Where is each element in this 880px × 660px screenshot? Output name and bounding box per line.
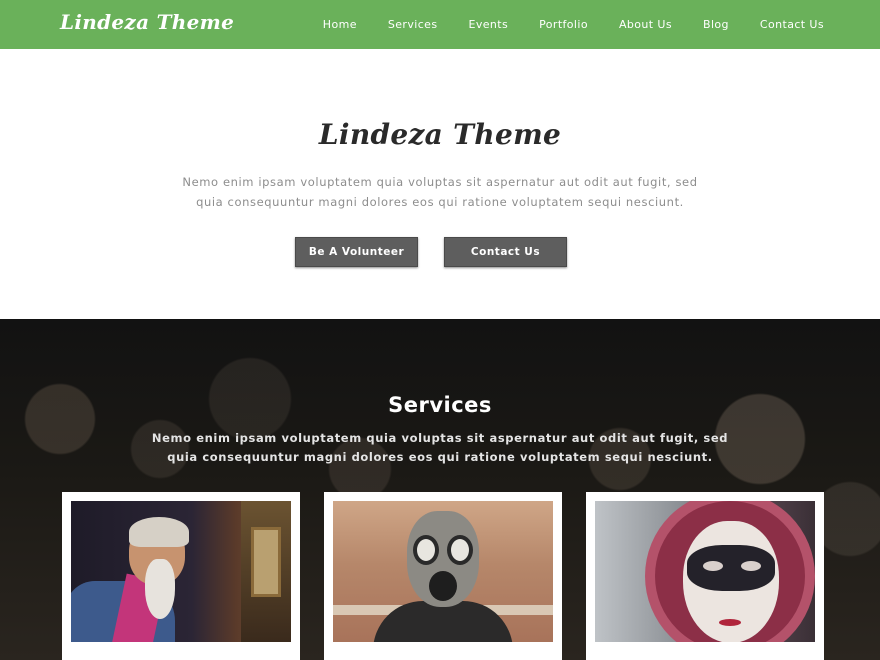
nav-contact-us[interactable]: Contact Us — [760, 18, 824, 31]
nav-services[interactable]: Services — [388, 18, 438, 31]
hero-title: Lindeza Theme — [318, 118, 562, 151]
nav-events[interactable]: Events — [468, 18, 508, 31]
site-header: Lindeza Theme Home Services Events Portf… — [0, 0, 880, 49]
contact-us-button[interactable]: Contact Us — [444, 237, 567, 267]
volunteer-button[interactable]: Be A Volunteer — [295, 237, 418, 267]
service-card[interactable] — [324, 492, 562, 660]
site-logo[interactable]: Lindeza Theme — [60, 10, 234, 34]
nav-about-us[interactable]: About Us — [619, 18, 672, 31]
nav-portfolio[interactable]: Portfolio — [539, 18, 588, 31]
nav-home[interactable]: Home — [323, 18, 357, 31]
services-title: Services — [388, 393, 492, 417]
services-description: Nemo enim ipsam voluptatem quia voluptas… — [151, 431, 729, 464]
service-card[interactable] — [62, 492, 300, 660]
service-card[interactable] — [586, 492, 824, 660]
nav-blog[interactable]: Blog — [703, 18, 729, 31]
services-section: Services Nemo enim ipsam voluptatem quia… — [0, 319, 880, 660]
main-nav: Home Services Events Portfolio About Us … — [292, 0, 824, 49]
gas-mask-photo[interactable] — [333, 501, 553, 642]
old-man-photo[interactable] — [71, 501, 291, 642]
hero-description: Nemo enim ipsam voluptatem quia voluptas… — [182, 175, 698, 209]
venetian-mask-photo[interactable] — [595, 501, 815, 642]
